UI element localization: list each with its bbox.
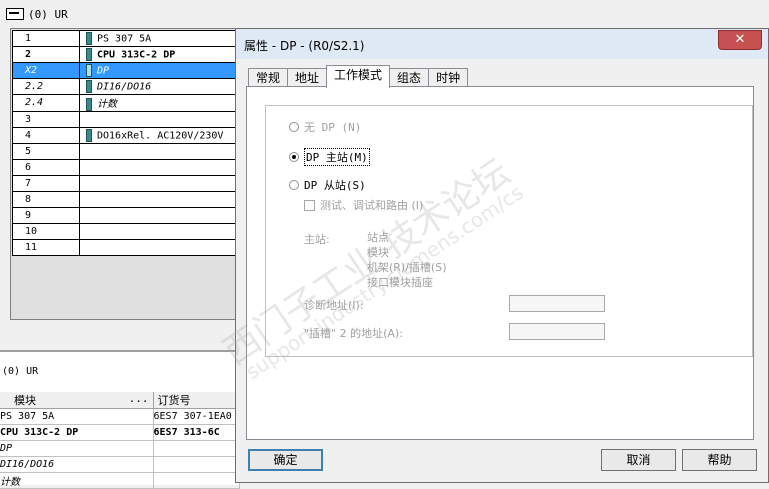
detail-module-cell: DI16/DO16: [0, 456, 154, 473]
dialog-titlebar[interactable]: 属性 - DP - (R0/S2.1) ✕: [236, 29, 768, 59]
tab-general[interactable]: 常规: [248, 68, 289, 87]
properties-dialog: 属性 - DP - (R0/S2.1) ✕ 常规 地址 工作模式 组态 时钟 无…: [235, 28, 769, 483]
column-header-module-label: 模块: [14, 394, 36, 407]
detail-module-cell: 计数: [0, 472, 154, 489]
rack-slot-cell: 2.4: [12, 94, 80, 112]
radio-dp-master-label: DP 主站(M): [304, 148, 370, 166]
rack-module-label: CPU 313C-2 DP: [97, 49, 176, 61]
module-icon: [86, 64, 92, 77]
mode-group-box: [265, 105, 753, 357]
rack-slot-cell: 2.2: [12, 78, 80, 95]
detail-table: 模块 ... 订货号 PS 307 5A 6ES7 307-1EA0 CPU 313…: [0, 392, 241, 489]
radio-dp-slave-circle: [289, 180, 299, 190]
rack-module-label: 计数: [97, 99, 117, 110]
master-module-label: 模块: [367, 246, 389, 259]
rack-slot-cell: 8: [12, 190, 80, 208]
diag-address-field[interactable]: [509, 295, 605, 312]
close-icon: ✕: [734, 32, 746, 47]
rack-slot-cell: 2: [12, 46, 80, 63]
ok-button[interactable]: 确定: [248, 449, 323, 471]
rack-slot-cell: 9: [12, 206, 80, 224]
tab-clock[interactable]: 时钟: [428, 68, 469, 87]
detail-order-cell: [153, 472, 241, 489]
detail-row[interactable]: PS 307 5A 6ES7 307-1EA0: [0, 408, 241, 425]
detail-module-cell: PS 307 5A: [0, 408, 154, 425]
detail-row[interactable]: CPU 313C-2 DP 6ES7 313-6C: [0, 424, 241, 441]
module-icon: [86, 80, 92, 93]
radio-no-dp-circle: [289, 122, 299, 132]
rack-module-label: DO16xRel. AC120V/230V: [97, 130, 224, 141]
dialog-title: 属性 - DP - (R0/S2.1): [244, 39, 365, 53]
radio-no-dp-label: 无 DP (N): [304, 121, 362, 134]
rack-module-label: DI16/DO16: [97, 81, 152, 93]
detail-order-cell: 6ES7 313-6C: [153, 424, 241, 441]
checkbox-test-label: 测试、调试和路由 (I): [320, 199, 424, 212]
rack-slot-cell: 1: [12, 30, 80, 47]
master-interface-label: 接口模块插座: [367, 276, 433, 289]
tab-address[interactable]: 地址: [287, 68, 328, 87]
column-header-order[interactable]: 订货号: [153, 392, 241, 409]
radio-no-dp[interactable]: 无 DP (N): [289, 119, 361, 135]
detail-row[interactable]: 计数: [0, 472, 241, 489]
detail-order-cell: 6ES7 307-1EA0: [153, 408, 241, 425]
rack-module-label: DP: [97, 65, 110, 77]
detail-title: (0) UR: [2, 366, 39, 377]
rack-slot-cell: 6: [12, 158, 80, 176]
checkbox-box: [304, 199, 315, 211]
close-button[interactable]: ✕: [718, 30, 762, 50]
detail-module-cell: CPU 313C-2 DP: [0, 424, 154, 441]
module-icon: [86, 48, 92, 61]
rack-header: (0) UR: [6, 6, 68, 22]
module-icon: [86, 128, 92, 142]
detail-order-cell: [153, 456, 241, 473]
master-label: 主站:: [304, 233, 330, 246]
rack-module-label: PS 307 5A: [97, 33, 152, 45]
rack-slot-cell: 3: [12, 110, 80, 128]
rack-slot-cell: 10: [12, 222, 80, 240]
rack-slot-cell: 5: [12, 142, 80, 160]
radio-dp-master-circle: [289, 152, 299, 162]
help-button[interactable]: 帮助: [682, 449, 757, 471]
detail-row[interactable]: DI16/DO16: [0, 456, 241, 473]
master-rack-slot-label: 机架(R)/插槽(S): [367, 261, 447, 274]
tab-panel: 无 DP (N) DP 主站(M) DP 从站(S) 测试、调试和路由 (I) …: [246, 86, 754, 440]
slot2-address-field[interactable]: [509, 323, 605, 340]
tab-bar: 常规 地址 工作模式 组态 时钟: [248, 65, 469, 88]
rack-slot-cell: 4: [12, 126, 80, 144]
cancel-button[interactable]: 取消: [601, 449, 676, 471]
radio-dp-slave-label: DP 从站(S): [304, 179, 366, 192]
radio-dp-slave[interactable]: DP 从站(S): [289, 177, 366, 193]
master-station-label: 站点: [367, 231, 389, 244]
rack-slot-cell: 11: [12, 238, 80, 256]
diag-address-label: 诊断地址(I):: [304, 299, 364, 312]
slot2-address-label: "插槽" 2 的地址(A):: [304, 327, 403, 340]
tab-configuration[interactable]: 组态: [389, 68, 430, 87]
column-header-module-dots: ...: [128, 392, 149, 405]
rack-title: (0) UR: [28, 7, 68, 21]
detail-window: (0) UR 模块 ... 订货号 PS 307 5A 6ES7 307-1EA0…: [0, 350, 241, 489]
checkbox-test-commissioning[interactable]: 测试、调试和路由 (I): [304, 197, 423, 213]
rack-icon: [6, 8, 24, 20]
tab-operating-mode[interactable]: 工作模式: [326, 65, 391, 88]
column-header-module[interactable]: 模块 ...: [0, 392, 154, 409]
module-icon: [86, 97, 92, 111]
rack-slot-cell: 7: [12, 174, 80, 192]
rack-slot-cell: X2: [12, 62, 80, 79]
detail-order-cell: [153, 440, 241, 457]
detail-row[interactable]: DP: [0, 440, 241, 457]
radio-dp-master[interactable]: DP 主站(M): [289, 148, 370, 166]
detail-module-cell: DP: [0, 440, 154, 457]
module-icon: [86, 32, 92, 45]
